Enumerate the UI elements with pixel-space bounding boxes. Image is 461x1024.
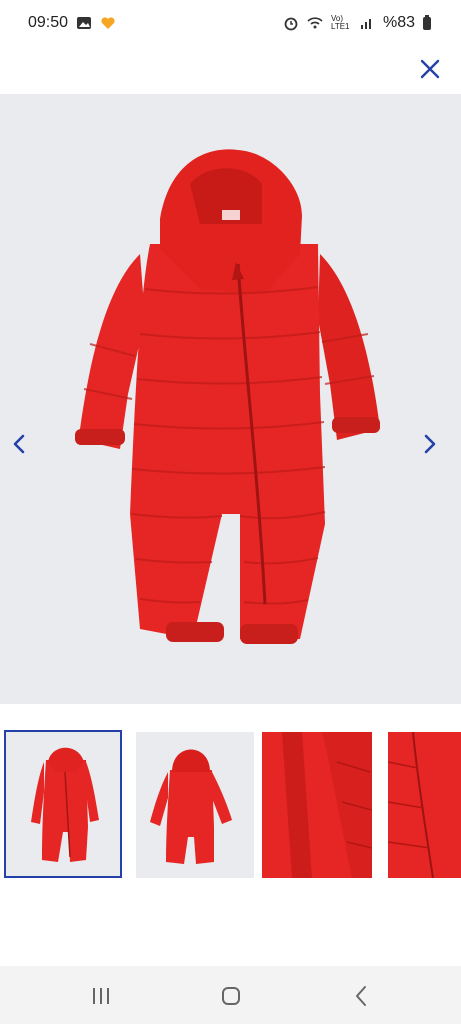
wifi-icon	[307, 15, 323, 31]
gallery-notification-icon	[76, 15, 92, 31]
thumbnail-front-image	[31, 747, 99, 862]
back-icon	[356, 986, 366, 1006]
left-ankle-cuff	[166, 622, 224, 642]
network-label: Vo) LTE1	[330, 14, 350, 31]
close-button[interactable]	[419, 56, 441, 82]
status-time: 09:50	[28, 14, 69, 31]
signal-icon	[359, 15, 375, 31]
status-left: 09:50	[28, 14, 116, 32]
close-icon	[420, 59, 440, 79]
previous-image-button[interactable]	[12, 434, 36, 464]
battery-icon	[423, 14, 431, 30]
chevron-right-icon	[424, 434, 436, 454]
snowsuit-main-image	[75, 149, 380, 644]
chevron-left-icon	[13, 434, 25, 454]
right-ankle-cuff	[240, 624, 298, 644]
thumbnail-back[interactable]	[136, 732, 254, 878]
right-cuff	[332, 417, 380, 433]
heart-notification-icon	[100, 15, 116, 31]
thumbnail-inside-detail[interactable]	[262, 732, 372, 878]
recents-button[interactable]	[86, 982, 116, 1010]
thumbnail-back-image	[150, 749, 232, 864]
recents-icon	[93, 988, 109, 1004]
thumbnail-zipper-image	[388, 732, 461, 878]
battery-percent: %83	[382, 14, 415, 31]
thumbnail-inside-image	[262, 732, 372, 878]
thumbnail-front[interactable]	[4, 730, 122, 878]
left-cuff	[75, 429, 125, 445]
status-right: Vo) LTE1 %83	[283, 14, 431, 32]
status-bar: 09:50 Vo) LTE1 %83	[0, 0, 461, 46]
home-icon	[222, 987, 240, 1005]
home-button[interactable]	[216, 982, 246, 1010]
product-image-viewer[interactable]	[0, 94, 461, 704]
back-button[interactable]	[346, 982, 376, 1010]
alarm-icon	[283, 15, 299, 31]
next-image-button[interactable]	[423, 434, 447, 464]
system-nav-bar	[0, 966, 461, 1024]
thumbnail-zipper-detail[interactable]	[388, 732, 461, 878]
thumbnail-strip	[0, 730, 461, 880]
